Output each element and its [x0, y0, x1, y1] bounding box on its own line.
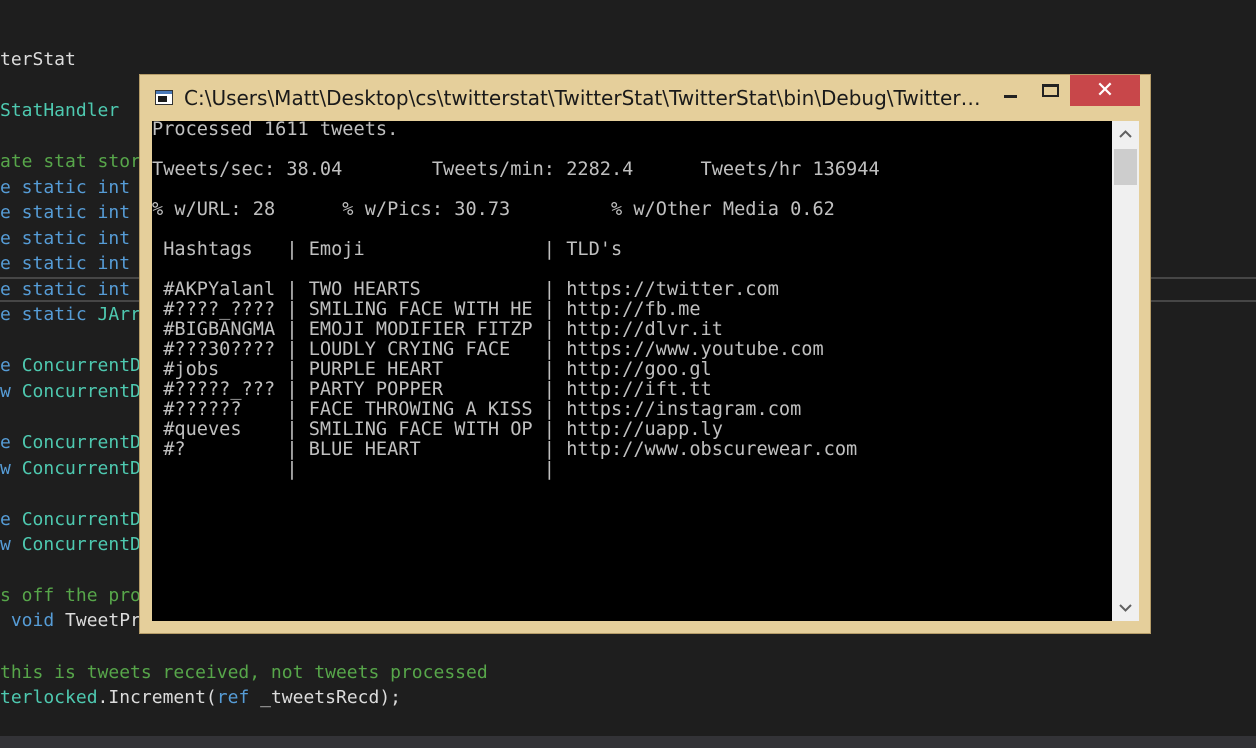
code-token: StatHandler	[0, 100, 120, 121]
code-token: _tweetsRecd);	[249, 687, 401, 708]
scroll-thumb[interactable]	[1114, 149, 1137, 185]
close-button[interactable]: ✕	[1070, 75, 1140, 106]
vertical-scrollbar[interactable]	[1112, 121, 1139, 621]
code-token: w	[0, 458, 22, 479]
minimize-button[interactable]	[993, 75, 1027, 106]
code-token: void	[0, 610, 66, 631]
scroll-up-arrow-icon[interactable]	[1112, 121, 1139, 147]
console-output[interactable]: Processed 1611 tweets. Tweets/sec: 38.04 …	[152, 121, 1112, 621]
code-line: e static int	[0, 251, 130, 276]
code-token: e static int	[0, 279, 131, 300]
code-token: e static int	[0, 202, 131, 223]
window-title: C:\Users\Matt\Desktop\cs\twitterstat\Twi…	[184, 86, 989, 110]
code-line: terlocked.Increment(ref _tweetsRecd);	[0, 685, 401, 710]
code-token: terStat	[0, 49, 76, 70]
maximize-icon	[1042, 84, 1059, 97]
code-token: e static int	[0, 228, 131, 249]
code-line: terStat	[0, 47, 76, 72]
code-line: StatHandler	[0, 98, 119, 123]
code-token: .Increment(	[97, 687, 217, 708]
close-icon: ✕	[1095, 78, 1115, 103]
console-line: #queves | SMILING FACE WITH OP | http://…	[152, 419, 723, 440]
console-line: #BIGBANGMA | EMOJI MODIFIER FITZP | http…	[152, 319, 723, 340]
console-line: #?????? | FACE THROWING A KISS | https:/…	[152, 399, 802, 420]
code-token: ref	[216, 687, 250, 708]
code-token: e	[0, 355, 22, 376]
code-line: e static int	[0, 200, 130, 225]
code-token: e static int	[0, 177, 131, 198]
title-bar[interactable]: C:\Users\Matt\Desktop\cs\twitterstat\Twi…	[140, 75, 1150, 121]
editor-horizontal-bar	[0, 736, 1256, 748]
code-token: e	[0, 509, 22, 530]
code-token: this is tweets received, not tweets proc…	[0, 662, 488, 683]
console-line: #? | BLUE HEART | http://www.obscurewear…	[152, 439, 858, 460]
code-token: e static int	[0, 253, 131, 274]
code-token: w	[0, 381, 22, 402]
console-line: #???30???? | LOUDLY CRYING FACE | https:…	[152, 339, 824, 360]
maximize-button[interactable]	[1032, 75, 1066, 106]
code-token: terlocked	[0, 687, 98, 708]
console-line: #????_???? | SMILING FACE WITH HE | http…	[152, 299, 701, 320]
console-line: Tweets/sec: 38.04 Tweets/min: 2282.4 Twe…	[152, 159, 880, 180]
console-line: Processed 1611 tweets.	[152, 121, 399, 140]
code-token: e	[0, 432, 22, 453]
console-window[interactable]: C:\Users\Matt\Desktop\cs\twitterstat\Twi…	[139, 74, 1151, 634]
minimize-icon	[1004, 95, 1017, 98]
console-line: #jobs | PURPLE HEART | http://goo.gl	[152, 359, 712, 380]
console-line: #?????_??? | PARTY POPPER | http://ift.t…	[152, 379, 712, 400]
code-line: e static int	[0, 277, 130, 302]
console-line: | |	[152, 459, 555, 480]
code-line: e static int	[0, 226, 130, 251]
code-line: e static int	[0, 175, 130, 200]
console-line: #AKPYalanl | TWO HEARTS | https://twitte…	[152, 279, 779, 300]
console-text: Processed 1611 tweets. Tweets/sec: 38.04 …	[152, 121, 880, 480]
console-line: % w/URL: 28 % w/Pics: 30.73 % w/Other Me…	[152, 199, 835, 220]
code-token: w	[0, 534, 22, 555]
scroll-down-arrow-icon[interactable]	[1112, 595, 1139, 621]
code-line: this is tweets received, not tweets proc…	[0, 660, 488, 685]
console-line: Hashtags | Emoji | TLD's	[152, 239, 623, 260]
code-token: e static	[0, 304, 98, 325]
console-app-icon[interactable]	[155, 90, 173, 105]
